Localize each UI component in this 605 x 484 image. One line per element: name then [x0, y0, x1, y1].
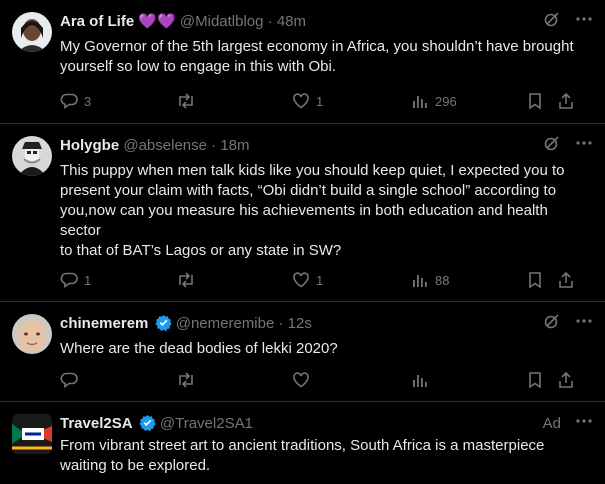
reply-count: 1 [84, 272, 92, 288]
bookmark-button[interactable] [526, 370, 544, 390]
bookmark-icon [526, 92, 544, 110]
separator: · [278, 315, 284, 332]
separator: · [211, 137, 217, 154]
display-name[interactable]: Holygbe [60, 137, 119, 154]
tweet-chinemerem[interactable]: chinemerem @nemeremibe · 12s Where are t… [0, 302, 605, 402]
like-button[interactable]: 1 [292, 270, 323, 290]
share-icon [557, 371, 575, 389]
user-handle[interactable]: @nemeremibe [176, 315, 275, 332]
timeline-feed: Ara of Life 💜💜 @Midatlblog · 48m My Gove… [0, 0, 605, 484]
like-count: 1 [316, 272, 324, 288]
verified-badge-icon [155, 314, 172, 337]
tweet-actions: 1 1 88 [60, 270, 580, 290]
view-count: 88 [435, 272, 450, 288]
retweet-icon [176, 271, 196, 289]
reply-icon [60, 371, 78, 389]
avatar[interactable] [12, 414, 52, 454]
reply-count: 3 [84, 93, 92, 109]
avatar[interactable] [12, 136, 52, 176]
views-icon [411, 371, 429, 389]
user-handle[interactable]: @Midatlblog [180, 13, 264, 30]
verified-badge-icon [139, 414, 156, 437]
more-icon[interactable] [575, 134, 593, 158]
view-count: 296 [435, 93, 457, 109]
retweet-icon [176, 92, 196, 110]
timestamp[interactable]: 48m [277, 13, 306, 30]
tweet-actions [60, 370, 580, 390]
reply-icon [60, 271, 78, 289]
grok-icon[interactable] [543, 10, 561, 34]
tweet-ara-of-life[interactable]: Ara of Life 💜💜 @Midatlblog · 48m My Gove… [0, 0, 605, 124]
grok-icon[interactable] [543, 312, 561, 336]
reply-icon [60, 92, 78, 110]
tweet-text: My Governor of the 5th largest economy i… [60, 38, 574, 75]
share-icon [557, 271, 575, 289]
avatar[interactable] [12, 314, 52, 354]
tweet-header: chinemerem @nemeremibe · 12s [60, 314, 593, 334]
tweet-travel2sa-ad[interactable]: Travel2SA @Travel2SA1 Ad From vibrant st… [0, 402, 605, 484]
tweet-header: Ara of Life 💜💜 @Midatlblog · 48m [60, 12, 593, 32]
separator: · [267, 13, 273, 30]
tweet-text: From vibrant street art to ancient tradi… [60, 437, 545, 474]
views-icon [411, 92, 429, 110]
retweet-button[interactable] [176, 91, 196, 111]
reply-button[interactable]: 1 [60, 270, 91, 290]
heart-icon [292, 271, 310, 289]
bookmark-icon [526, 271, 544, 289]
retweet-button[interactable] [176, 370, 196, 390]
tweet-text: This puppy when men talk kids like you s… [60, 162, 565, 259]
more-icon[interactable] [575, 412, 593, 436]
retweet-button[interactable] [176, 270, 196, 290]
display-name[interactable]: Travel2SA [60, 415, 133, 432]
purple-heart-emoji: 💜💜 [138, 13, 176, 30]
share-button[interactable] [557, 370, 575, 390]
share-icon [557, 92, 575, 110]
share-button[interactable] [557, 270, 575, 290]
grok-icon[interactable] [543, 134, 561, 158]
tweet-header: Holygbe @abselense · 18m [60, 136, 593, 156]
like-button[interactable] [292, 370, 310, 390]
ad-label: Ad [542, 415, 561, 432]
timestamp[interactable]: 12s [288, 315, 312, 332]
user-handle[interactable]: @Travel2SA1 [160, 415, 253, 432]
views-button[interactable] [411, 370, 429, 390]
tweet-text: Where are the dead bodies of lekki 2020? [60, 340, 338, 357]
tweet-holygbe[interactable]: Holygbe @abselense · 18m This puppy when… [0, 124, 605, 302]
tweet-header: Travel2SA @Travel2SA1 Ad [60, 414, 593, 434]
display-name[interactable]: chinemerem [60, 315, 148, 332]
tweet-actions: 3 1 296 [60, 91, 580, 111]
like-button[interactable]: 1 [292, 91, 323, 111]
share-button[interactable] [557, 91, 575, 111]
bookmark-button[interactable] [526, 91, 544, 111]
reply-button[interactable]: 3 [60, 91, 91, 111]
heart-icon [292, 92, 310, 110]
retweet-icon [176, 371, 196, 389]
display-name[interactable]: Ara of Life [60, 13, 134, 30]
more-icon[interactable] [575, 312, 593, 336]
timestamp[interactable]: 18m [220, 137, 249, 154]
bookmark-icon [526, 371, 544, 389]
reply-button[interactable] [60, 370, 78, 390]
more-icon[interactable] [575, 10, 593, 34]
heart-icon [292, 371, 310, 389]
views-button[interactable]: 88 [411, 270, 449, 290]
like-count: 1 [316, 93, 324, 109]
avatar[interactable] [12, 12, 52, 52]
views-icon [411, 271, 429, 289]
bookmark-button[interactable] [526, 270, 544, 290]
user-handle[interactable]: @abselense [123, 137, 207, 154]
views-button[interactable]: 296 [411, 91, 457, 111]
